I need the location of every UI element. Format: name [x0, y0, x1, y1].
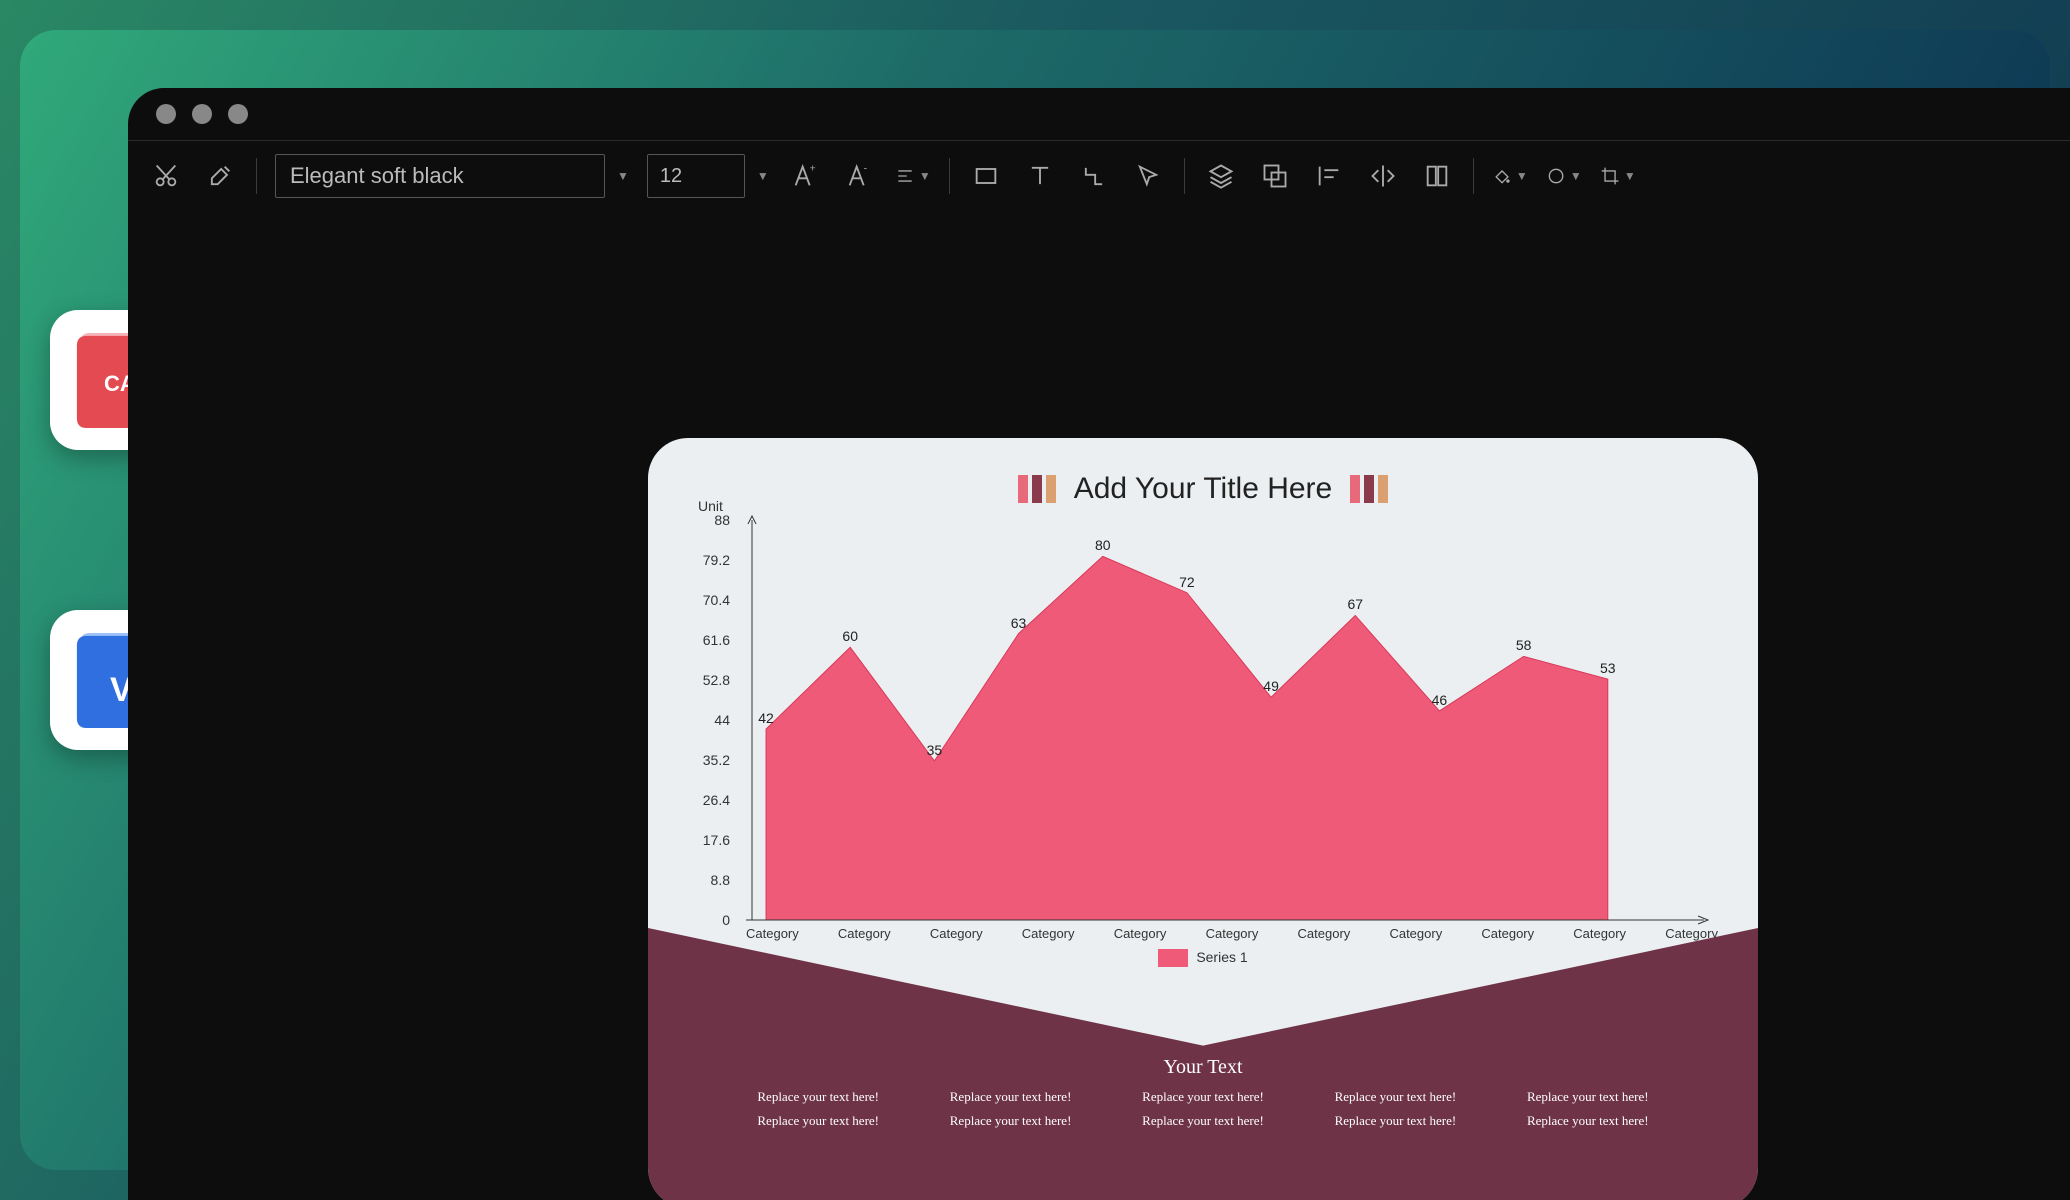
y-axis-line — [746, 512, 758, 928]
bottom-band: Your Text Replace your text here! Replace… — [648, 928, 1758, 1200]
increase-font-button[interactable]: + — [787, 158, 823, 194]
flip-button[interactable] — [1365, 158, 1401, 194]
placeholder-text-cell[interactable]: Replace your text here! — [728, 1089, 908, 1105]
x-tick-label: Category — [1389, 926, 1442, 941]
placeholder-text-cell[interactable]: Replace your text here! — [920, 1089, 1100, 1105]
align-left-button[interactable] — [1311, 158, 1347, 194]
data-label: 72 — [1179, 574, 1195, 590]
placeholder-text-cell[interactable]: Replace your text here! — [1305, 1089, 1485, 1105]
placeholder-text-cell[interactable]: Replace your text here! — [728, 1113, 908, 1129]
app-window: Elegant soft black ▼ 12 ▼ + - ▼ ▼ ▼ ▼ Ad… — [128, 88, 2070, 1200]
text-tool[interactable] — [1022, 158, 1058, 194]
svg-text:+: + — [809, 162, 815, 174]
align-button[interactable]: ▼ — [895, 158, 931, 194]
connector-tool[interactable] — [1076, 158, 1112, 194]
bottom-heading[interactable]: Your Text — [648, 1056, 1758, 1079]
shape-fill-button[interactable]: ▼ — [1546, 158, 1582, 194]
placeholder-text-cell[interactable]: Replace your text here! — [920, 1113, 1100, 1129]
slide-canvas[interactable]: Add Your Title Here Unit 08.817.626.435.… — [648, 438, 1758, 1200]
data-label: 46 — [1432, 692, 1448, 708]
x-tick-label: Category — [1114, 926, 1167, 941]
placeholder-text-cell[interactable]: Replace your text here! — [1113, 1113, 1293, 1129]
window-dot[interactable] — [156, 104, 176, 124]
decrease-font-button[interactable]: - — [841, 158, 877, 194]
x-tick-label: Category — [746, 926, 799, 941]
y-tick-label: 35.2 — [688, 752, 730, 768]
x-tick-label: Category — [1481, 926, 1534, 941]
placeholder-text-cell[interactable]: Replace your text here! — [1305, 1113, 1485, 1129]
svg-text:-: - — [863, 162, 867, 174]
x-tick-label: Category — [1573, 926, 1626, 941]
decorative-bars-icon — [1018, 475, 1056, 503]
x-axis-labels: Category Category Category Category Category… — [746, 926, 1718, 941]
data-label: 67 — [1347, 596, 1363, 612]
font-select-value: Elegant soft black — [290, 163, 464, 189]
chevron-down-icon[interactable]: ▼ — [757, 169, 769, 183]
placeholder-text-cell[interactable]: Replace your text here! — [1113, 1089, 1293, 1105]
placeholder-text-cell[interactable]: Replace your text here! — [1498, 1113, 1678, 1129]
paint-bucket-button[interactable]: ▼ — [1492, 158, 1528, 194]
layers-button[interactable] — [1203, 158, 1239, 194]
data-label: 60 — [842, 628, 858, 644]
chart-area[interactable]: Unit 08.817.626.435.24452.861.670.479.28… — [696, 520, 1718, 920]
pointer-tool[interactable] — [1130, 158, 1166, 194]
x-tick-label: Category — [1022, 926, 1075, 941]
cut-button[interactable] — [148, 158, 184, 194]
x-tick-label: Category — [1298, 926, 1351, 941]
x-axis-line — [746, 914, 1712, 926]
chevron-down-icon[interactable]: ▼ — [617, 169, 629, 183]
chart-title-row: Add Your Title Here — [648, 438, 1758, 506]
data-label: 53 — [1600, 660, 1616, 676]
y-tick-label: 79.2 — [688, 552, 730, 568]
area-chart — [746, 520, 1708, 920]
window-dot[interactable] — [228, 104, 248, 124]
x-tick-label: Category — [1206, 926, 1259, 941]
data-label: 58 — [1516, 637, 1532, 653]
window-dot[interactable] — [192, 104, 212, 124]
data-label: 49 — [1263, 678, 1279, 694]
crop-button[interactable]: ▼ — [1600, 158, 1636, 194]
y-tick-label: 44 — [688, 712, 730, 728]
y-tick-label: 8.8 — [688, 872, 730, 888]
y-tick-label: 26.4 — [688, 792, 730, 808]
decorative-bars-icon — [1350, 475, 1388, 503]
y-tick-label: 70.4 — [688, 592, 730, 608]
data-label: 63 — [1011, 614, 1027, 630]
placeholder-text-cell[interactable]: Replace your text here! — [1498, 1089, 1678, 1105]
window-titlebar — [128, 88, 2070, 140]
data-label: 35 — [927, 742, 943, 758]
font-size-select[interactable]: 12 — [647, 154, 745, 198]
x-tick-label: Category — [930, 926, 983, 941]
y-tick-label: 0 — [688, 912, 730, 928]
format-painter-button[interactable] — [202, 158, 238, 194]
y-tick-label: 17.6 — [688, 832, 730, 848]
y-tick-label: 61.6 — [688, 632, 730, 648]
group-button[interactable] — [1257, 158, 1293, 194]
data-label: 80 — [1095, 537, 1111, 553]
font-select[interactable]: Elegant soft black — [275, 154, 605, 198]
spacing-button[interactable] — [1419, 158, 1455, 194]
rectangle-tool[interactable] — [968, 158, 1004, 194]
chart-title[interactable]: Add Your Title Here — [1074, 472, 1333, 506]
legend-swatch — [1158, 949, 1188, 967]
toolbar: Elegant soft black ▼ 12 ▼ + - ▼ ▼ ▼ ▼ — [128, 141, 2070, 211]
legend-label: Series 1 — [1196, 949, 1247, 965]
y-tick-label: 52.8 — [688, 672, 730, 688]
data-label: 42 — [758, 710, 774, 726]
y-tick-label: 88 — [688, 512, 730, 528]
font-size-value: 12 — [660, 165, 682, 188]
x-tick-label: Category — [838, 926, 891, 941]
